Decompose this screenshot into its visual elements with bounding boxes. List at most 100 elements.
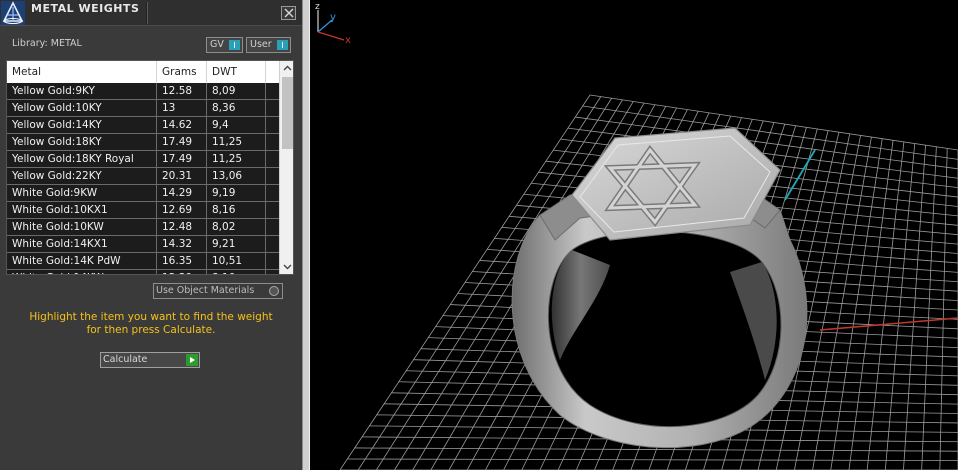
instruction-text: Highlight the item you want to find the … <box>8 311 294 337</box>
cell-metal: White Gold:10KW <box>7 219 157 236</box>
cell-metal: White Gold:14K PdW <box>7 253 157 270</box>
table-row[interactable]: Yellow Gold:9KY 12.58 8,09 <box>7 83 279 100</box>
viewport-scene <box>339 94 958 470</box>
table-row[interactable]: White Gold:10KX1 12.69 8,16 <box>7 202 279 219</box>
table-body: Yellow Gold:9KY 12.58 8,09 Yellow Gold:10KY… <box>7 83 279 274</box>
table-row[interactable]: White Gold:10KW 12.48 8,02 <box>7 219 279 236</box>
calculate-button[interactable]: Calculate <box>100 352 200 368</box>
gv-toggle[interactable]: GV <box>206 37 243 53</box>
cell-filler <box>266 185 279 202</box>
table-row[interactable]: White Gold:14KX1 14.32 9,21 <box>7 236 279 253</box>
cell-grams: 14.32 <box>157 236 207 253</box>
cell-grams: 20.31 <box>157 168 207 185</box>
cell-dwt: 8,02 <box>207 219 266 236</box>
cell-filler <box>266 151 279 168</box>
table-row[interactable]: Yellow Gold:18KY 17.49 11,25 <box>7 134 279 151</box>
library-label: Library: METAL <box>12 38 82 49</box>
cell-filler <box>266 219 279 236</box>
gv-toggle-label: GV <box>210 39 224 50</box>
panel-titlebar[interactable]: METAL WEIGHTS <box>0 0 302 26</box>
user-toggle-label: User <box>250 39 272 50</box>
column-header-grams[interactable]: Grams <box>157 61 207 83</box>
panel-splitter[interactable] <box>302 0 310 470</box>
metal-table: Metal Grams DWT Yellow Gold:9KY 12.58 8,09… <box>6 60 294 275</box>
cell-grams: 12.48 <box>157 219 207 236</box>
instruction-line-2: for then press Calculate. <box>86 324 216 336</box>
cell-filler <box>266 134 279 151</box>
cell-metal: Yellow Gold:14KY <box>7 117 157 134</box>
toggle-knob-icon <box>229 40 240 50</box>
cell-metal: White Gold:9KW <box>7 185 157 202</box>
cell-dwt: 13,06 <box>207 168 266 185</box>
cell-dwt: 10,51 <box>207 253 266 270</box>
metal-weights-panel: METAL WEIGHTS Library: METAL GV User Met… <box>0 0 302 470</box>
column-header-dwt[interactable]: DWT <box>207 61 266 83</box>
cell-filler <box>266 168 279 185</box>
toggle-knob-icon <box>277 40 288 50</box>
cell-filler <box>266 83 279 100</box>
3d-viewport[interactable]: z y x <box>310 0 958 470</box>
radio-icon[interactable] <box>269 286 279 296</box>
table-scrollbar[interactable] <box>279 61 294 274</box>
column-header-metal[interactable]: Metal <box>7 61 157 83</box>
axis-label-y: y <box>330 12 336 23</box>
scroll-thumb[interactable] <box>282 77 293 149</box>
axis-gizmo-icon: z y x <box>315 2 351 45</box>
cell-dwt: 9,4 <box>207 117 266 134</box>
cell-dwt: 8,16 <box>207 202 266 219</box>
cell-metal: Yellow Gold:9KY <box>7 83 157 100</box>
cell-grams: 14.62 <box>157 117 207 134</box>
close-icon <box>284 8 294 18</box>
title-divider <box>146 2 148 24</box>
user-toggle[interactable]: User <box>246 37 291 53</box>
close-button[interactable] <box>281 6 296 20</box>
table-row[interactable]: Yellow Gold:18KY Royal 17.49 11,25 <box>7 151 279 168</box>
cell-dwt: 11,25 <box>207 134 266 151</box>
axis-label-z: z <box>315 2 320 12</box>
table-row[interactable]: White Gold:9KW 14.29 9,19 <box>7 185 279 202</box>
cell-filler <box>266 100 279 117</box>
cell-metal: White Gold:10KX1 <box>7 202 157 219</box>
table-row[interactable]: Yellow Gold:10KY 13 8,36 <box>7 100 279 117</box>
cell-filler <box>266 270 279 274</box>
cell-grams: 17.49 <box>157 151 207 168</box>
cell-grams: 17.49 <box>157 134 207 151</box>
cell-filler <box>266 202 279 219</box>
cell-grams: 16.35 <box>157 253 207 270</box>
cell-metal: White Gold:14KW <box>7 270 157 274</box>
y-axis-line <box>784 149 816 201</box>
use-object-materials-label: Use Object Materials <box>156 285 255 296</box>
table-row[interactable]: Yellow Gold:22KY 20.31 13,06 <box>7 168 279 185</box>
cell-dwt: 9,21 <box>207 236 266 253</box>
cell-metal: Yellow Gold:10KY <box>7 100 157 117</box>
cell-grams: 13.30 <box>157 270 207 274</box>
cell-dwt: 9,19 <box>207 185 266 202</box>
cell-grams: 14.29 <box>157 185 207 202</box>
instruction-line-1: Highlight the item you want to find the … <box>29 311 273 323</box>
panel-title: METAL WEIGHTS <box>31 2 140 15</box>
cell-metal: Yellow Gold:22KY <box>7 168 157 185</box>
cell-metal: White Gold:14KX1 <box>7 236 157 253</box>
ring-model <box>511 127 808 448</box>
use-object-materials-option[interactable]: Use Object Materials <box>153 283 283 299</box>
cell-filler <box>266 253 279 270</box>
cell-filler <box>266 117 279 134</box>
cell-grams: 12.69 <box>157 202 207 219</box>
axis-label-x: x <box>345 35 351 45</box>
table-row[interactable]: Yellow Gold:14KY 14.62 9,4 <box>7 117 279 134</box>
table-row[interactable]: White Gold:14KW13.308,10 <box>7 270 279 274</box>
scroll-up-icon[interactable] <box>280 61 294 76</box>
cell-filler <box>266 236 279 253</box>
cell-dwt: 11,25 <box>207 151 266 168</box>
cell-dwt: 8,10 <box>207 270 266 274</box>
cell-metal: Yellow Gold:18KY Royal <box>7 151 157 168</box>
table-row[interactable]: White Gold:14K PdW 16.35 10,51 <box>7 253 279 270</box>
scroll-down-icon[interactable] <box>280 259 294 274</box>
play-arrow-icon <box>186 354 198 366</box>
cell-metal: Yellow Gold:18KY <box>7 134 157 151</box>
calculate-label: Calculate <box>103 354 148 365</box>
cell-dwt: 8,09 <box>207 83 266 100</box>
table-header: Metal Grams DWT <box>7 61 279 83</box>
app-logo-icon <box>1 1 25 25</box>
cell-grams: 13 <box>157 100 207 117</box>
